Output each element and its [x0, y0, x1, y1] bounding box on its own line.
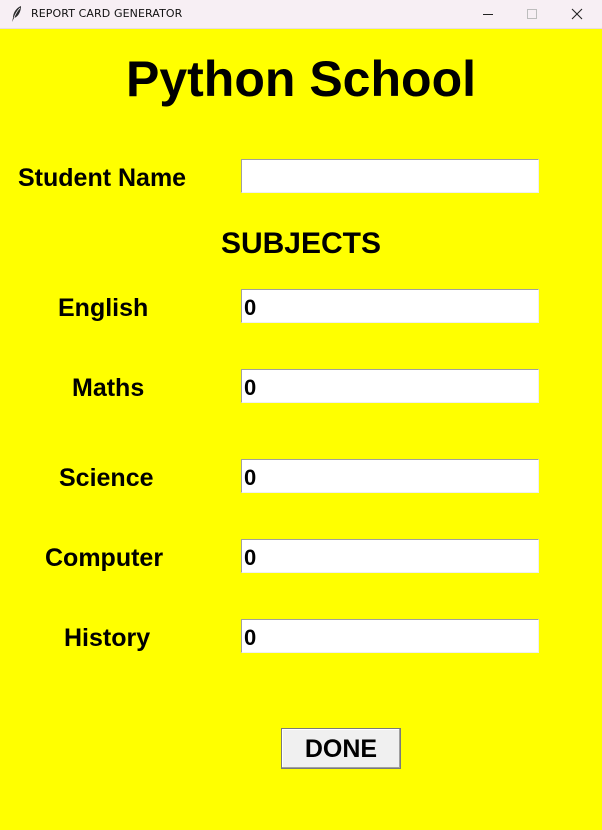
history-input[interactable]: 0 — [241, 619, 539, 653]
computer-input[interactable]: 0 — [241, 539, 539, 573]
maths-label: Maths — [72, 374, 145, 402]
english-input[interactable]: 0 — [241, 289, 539, 323]
maximize-icon[interactable] — [509, 0, 555, 28]
window-title: REPORT CARD GENERATOR — [31, 7, 183, 20]
feather-icon — [10, 5, 24, 23]
student-name-input[interactable] — [241, 159, 539, 193]
science-input[interactable]: 0 — [241, 459, 539, 493]
history-label: History — [64, 624, 151, 652]
maths-input[interactable]: 0 — [241, 369, 539, 403]
computer-label: Computer — [45, 544, 164, 572]
close-icon[interactable] — [554, 0, 600, 28]
page-title: Python School — [126, 51, 476, 107]
minimize-icon[interactable] — [465, 0, 511, 28]
science-label: Science — [59, 464, 154, 492]
student-name-label: Student Name — [18, 164, 187, 192]
subjects-heading: SUBJECTS — [220, 227, 382, 260]
done-button[interactable]: DONE — [281, 728, 401, 769]
english-label: English — [58, 294, 149, 322]
title-bar[interactable]: REPORT CARD GENERATOR — [0, 0, 602, 29]
